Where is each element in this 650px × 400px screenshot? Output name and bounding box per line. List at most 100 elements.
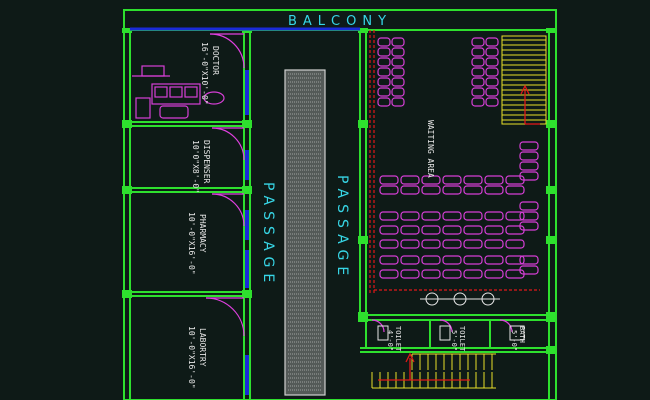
bath-dims: 5'-0"	[510, 330, 518, 351]
chair	[485, 47, 499, 57]
chair	[421, 225, 441, 235]
chair	[379, 239, 399, 249]
chair	[484, 269, 504, 279]
room-dims-pharmacy: 10'-0"X16'-0"	[187, 212, 196, 275]
chair	[442, 255, 462, 265]
chair	[377, 87, 391, 97]
chair	[485, 57, 499, 67]
chair	[505, 211, 525, 221]
passage-label-left: PASSAGE	[260, 182, 276, 288]
room-name-doctor: DOCTOR	[211, 46, 220, 75]
chair	[421, 269, 441, 279]
chair	[484, 225, 504, 235]
chair	[391, 67, 405, 77]
chair	[442, 239, 462, 249]
chair	[519, 161, 539, 171]
chair	[391, 77, 405, 87]
chair	[519, 211, 539, 221]
room-dims-doctor: 16'-0"X10'-0"	[200, 42, 209, 105]
chair	[463, 211, 483, 221]
chair	[421, 239, 441, 249]
room-name-dispenser: DISPENSER	[202, 140, 211, 184]
waiting-chairs	[377, 37, 539, 279]
chair	[463, 255, 483, 265]
doctor-furniture	[132, 65, 225, 119]
chair	[485, 87, 499, 97]
chair	[391, 87, 405, 97]
chair	[400, 211, 420, 221]
chair	[391, 97, 405, 107]
chair	[471, 57, 485, 67]
room-name-pharmacy: PHARMACY	[198, 214, 207, 253]
chair	[421, 255, 441, 265]
chair	[442, 211, 462, 221]
floor-plan-drawing: BALCONY PASSAGE PASSAGE WAITING AREA DOC…	[122, 9, 557, 400]
chair	[484, 185, 504, 195]
waiting-area-label: WAITING AREA	[426, 120, 435, 178]
balcony-label: BALCONY	[288, 14, 392, 29]
chair	[391, 57, 405, 67]
chair	[471, 87, 485, 97]
chair	[379, 255, 399, 265]
chair	[519, 201, 539, 211]
chair	[400, 255, 420, 265]
chair	[442, 185, 462, 195]
chair	[505, 255, 525, 265]
toilet-name-1: TOILET	[394, 326, 402, 352]
room-labels: DOCTOR 16'-0"X10'-0" DISPENSER 10'0"X8'-…	[187, 42, 220, 389]
chair	[471, 97, 485, 107]
chair	[377, 67, 391, 77]
chair	[377, 47, 391, 57]
chair	[471, 77, 485, 87]
chair	[421, 185, 441, 195]
bath-name: BATH	[518, 326, 526, 343]
chair	[484, 239, 504, 249]
chair	[391, 47, 405, 57]
chair	[485, 97, 499, 107]
chair	[442, 225, 462, 235]
chair	[484, 255, 504, 265]
chair	[377, 37, 391, 47]
chair	[377, 77, 391, 87]
chair	[400, 175, 420, 185]
room-dims-dispenser: 10'0"X8'-0"	[191, 140, 200, 193]
chair	[485, 77, 499, 87]
chair	[379, 211, 399, 221]
chair	[519, 255, 539, 265]
chair	[400, 225, 420, 235]
chair	[484, 211, 504, 221]
chair	[442, 175, 462, 185]
passage-label-right: PASSAGE	[334, 175, 350, 281]
chair	[400, 239, 420, 249]
chair	[484, 175, 504, 185]
chair	[505, 239, 525, 249]
floor-plan-canvas: BALCONY PASSAGE PASSAGE WAITING AREA DOC…	[0, 0, 650, 400]
chair	[377, 97, 391, 107]
chair	[463, 269, 483, 279]
chair	[379, 225, 399, 235]
chair	[442, 269, 462, 279]
chair	[471, 67, 485, 77]
chair	[471, 37, 485, 47]
chair	[391, 37, 405, 47]
chair	[485, 37, 499, 47]
chair	[485, 67, 499, 77]
chair	[377, 57, 391, 67]
chair	[379, 185, 399, 195]
chair	[505, 185, 525, 195]
chair	[519, 141, 539, 151]
chair	[471, 47, 485, 57]
chair	[400, 185, 420, 195]
chair	[379, 269, 399, 279]
room-dims-labortry: 10'-0"X16'-0"	[187, 326, 196, 389]
wash-basins	[420, 292, 500, 306]
chair	[463, 239, 483, 249]
toilet-dims-1: 4'-0"	[386, 330, 394, 351]
staircase-upper	[501, 35, 547, 125]
chair	[400, 269, 420, 279]
room-name-labortry: LABORTRY	[198, 328, 207, 367]
chair	[463, 175, 483, 185]
chair	[463, 185, 483, 195]
chair	[463, 225, 483, 235]
chair	[379, 175, 399, 185]
